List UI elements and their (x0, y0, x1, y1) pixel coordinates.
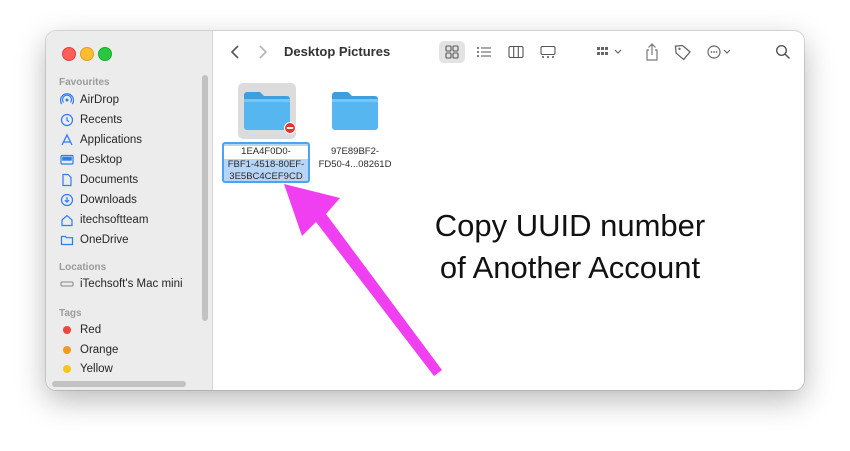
applications-icon (61, 133, 73, 146)
sidebar-item-label: Documents (80, 174, 139, 186)
sidebar-horizontal-scrollbar[interactable] (52, 381, 186, 387)
group-icon[interactable] (595, 43, 625, 61)
back-icon[interactable] (227, 43, 243, 61)
sidebar-item-label: itechsoftteam (80, 214, 149, 226)
airdrop-icon (60, 93, 74, 105)
sidebar-item-label: Desktop (80, 154, 123, 166)
sidebar-item-desktop[interactable]: Desktop (60, 151, 200, 169)
file-name-line: 1EA4F0D0- (224, 146, 308, 159)
folder-icon (332, 92, 378, 130)
close-button[interactable] (62, 47, 76, 61)
home-icon (61, 214, 73, 227)
sidebar-vertical-scrollbar[interactable] (202, 75, 208, 321)
tag-icon[interactable] (673, 42, 693, 62)
orange-tag-icon (63, 346, 71, 354)
sidebar-item-label: AirDrop (80, 94, 119, 106)
sidebar-item-label: OneDrive (80, 234, 129, 246)
icon-view-icon[interactable] (439, 41, 465, 63)
tags-section-title: Tags (59, 308, 82, 319)
sidebar-item-mac-mini[interactable]: iTechsoft's Mac mini (60, 275, 200, 293)
sidebar: Favourites AirDrop Recents Applications … (46, 31, 213, 390)
file-name: 97E89BF2- FD50-4...08261D (311, 146, 399, 171)
more-icon[interactable] (705, 43, 735, 61)
file-name-line: 97E89BF2- (330, 146, 380, 157)
sidebar-item-onedrive[interactable]: OneDrive (60, 231, 200, 249)
list-view-icon[interactable] (471, 41, 497, 63)
locations-section-title: Locations (59, 262, 107, 273)
desktop-icon (60, 154, 74, 165)
search-icon[interactable] (774, 43, 792, 61)
clock-icon (60, 113, 74, 127)
computer-icon (60, 281, 74, 287)
yellow-tag-icon (63, 365, 71, 373)
zoom-button[interactable] (98, 47, 112, 61)
sidebar-item-label: Orange (80, 344, 119, 356)
sidebar-item-itechsoftteam[interactable]: itechsoftteam (60, 211, 200, 229)
column-view-icon[interactable] (503, 41, 529, 63)
minimize-button[interactable] (80, 47, 94, 61)
sidebar-item-label: iTechsoft's Mac mini (80, 278, 183, 290)
download-icon (60, 193, 74, 207)
sidebar-item-applications[interactable]: Applications (60, 131, 200, 149)
folder-icon (60, 235, 74, 246)
sidebar-item-airdrop[interactable]: AirDrop (60, 91, 200, 109)
favourites-section-title: Favourites (59, 77, 110, 88)
share-icon[interactable] (643, 42, 661, 62)
gallery-view-icon[interactable] (535, 41, 561, 63)
sidebar-item-documents[interactable]: Documents (60, 171, 200, 189)
document-icon (62, 173, 72, 187)
sidebar-item-tag-yellow[interactable]: Yellow (60, 360, 200, 378)
red-tag-icon (63, 326, 71, 334)
sidebar-item-label: Downloads (80, 194, 137, 206)
toolbar: Desktop Pictures (213, 31, 804, 73)
no-entry-icon (284, 122, 296, 134)
sidebar-item-recents[interactable]: Recents (60, 111, 200, 129)
sidebar-item-downloads[interactable]: Downloads (60, 191, 200, 209)
annotation-line-1: Copy UUID number (434, 208, 706, 243)
sidebar-item-tag-red[interactable]: Red (60, 321, 200, 339)
sidebar-item-label: Red (80, 324, 102, 336)
sidebar-item-label: Recents (80, 114, 123, 126)
window-title: Desktop Pictures (284, 44, 391, 59)
sidebar-item-label: Yellow (80, 363, 113, 375)
annotation-line-2: of Another Account (439, 250, 701, 285)
forward-icon[interactable] (255, 43, 271, 61)
sidebar-item-label: Applications (80, 134, 143, 146)
annotation-text: Copy UUID number of Another Account (385, 205, 755, 289)
sidebar-item-tag-orange[interactable]: Orange (60, 341, 200, 359)
